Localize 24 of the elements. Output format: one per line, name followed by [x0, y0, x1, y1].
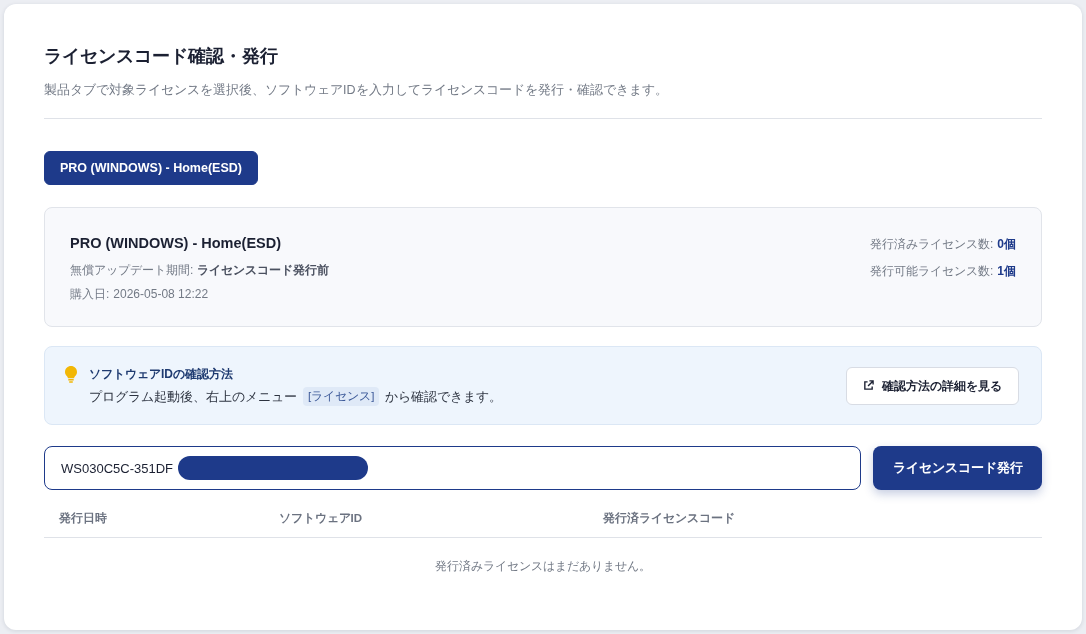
count-value: 0個 — [997, 236, 1016, 253]
column-header: ソフトウェアID — [263, 506, 588, 538]
product-tab[interactable]: PRO (WINDOWS) - Home(ESD) — [44, 151, 258, 185]
detail-label: 購入日: — [70, 286, 110, 302]
column-header: 発行済ライセンスコード — [587, 506, 1042, 538]
tip-text: から確認できます。 — [385, 388, 503, 406]
issue-license-button[interactable]: ライセンスコード発行 — [873, 446, 1042, 490]
page-title: ライセンスコード確認・発行 — [44, 45, 279, 68]
details-link-button[interactable]: 確認方法の詳細を見る — [846, 366, 1019, 405]
column-header: 発行日時 — [44, 506, 264, 538]
tip-title: ソフトウェアIDの確認方法 — [89, 365, 234, 383]
external-link-icon — [863, 380, 874, 391]
detail-value: 2026-05-08 12:22 — [113, 286, 209, 302]
count-value: 1個 — [997, 263, 1016, 280]
lightbulb-icon — [65, 365, 77, 383]
menu-name-tag: [ライセンス] — [303, 386, 380, 407]
tip-text: プログラム起動後、右上のメニュー — [89, 388, 297, 406]
page-description: 製品タブで対象ライセンスを選択後、ソフトウェアIDを入力してライセンスコードを発行・確認できます。 — [44, 82, 669, 99]
count-label: 発行済みライセンス数: — [869, 236, 994, 253]
detail-label: 無償アップデート期間: — [70, 262, 194, 278]
product-name: PRO (WINDOWS) - Home(ESD) — [70, 234, 283, 253]
empty-table-message: 発行済みライセンスはまだありません。 — [44, 537, 1042, 595]
detail-value: ライセンスコード発行前 — [197, 262, 330, 278]
count-label: 発行可能ライセンス数: — [869, 263, 994, 280]
